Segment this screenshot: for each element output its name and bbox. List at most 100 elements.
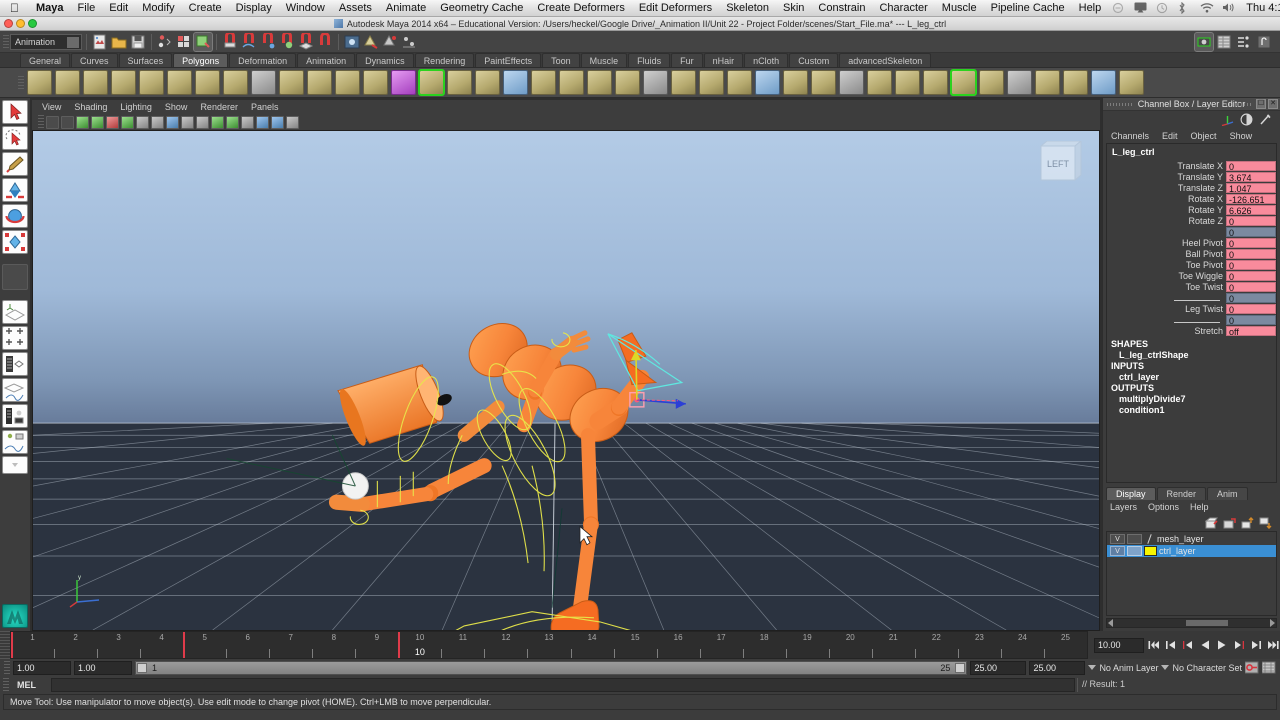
persp-graph-editor-layout[interactable] [2, 378, 28, 402]
poly-split-icon[interactable] [531, 70, 556, 95]
step-forward-key-button[interactable] [1249, 638, 1263, 652]
channel-value[interactable]: 0 [1226, 304, 1276, 314]
poly-offset-edgeloop-icon[interactable] [615, 70, 640, 95]
panel-grip-right[interactable] [1226, 103, 1252, 106]
channel-row-heel-pivot[interactable]: Heel Pivot 0 [1107, 237, 1276, 248]
poly-reduce-icon[interactable] [923, 70, 948, 95]
osx-menu-item-pipeline-cache[interactable]: Pipeline Cache [984, 0, 1072, 17]
osx-menu-item-animate[interactable]: Animate [379, 0, 433, 17]
tool-settings-icon[interactable] [1259, 113, 1272, 126]
poly-uv-icon[interactable] [1007, 70, 1032, 95]
keyframe-tick[interactable] [398, 632, 400, 658]
channel-value[interactable]: 0 [1226, 293, 1276, 303]
poly-cone-icon[interactable] [111, 70, 136, 95]
select-tool[interactable] [2, 100, 28, 124]
anim-start-field[interactable]: 1.00 [13, 661, 71, 675]
step-back-frame-button[interactable] [1181, 638, 1195, 652]
osx-menu-item-edit[interactable]: Edit [102, 0, 135, 17]
volume-icon[interactable] [1222, 2, 1236, 14]
channel-value[interactable]: 1.047 [1226, 183, 1276, 193]
wifi-icon[interactable] [1200, 2, 1214, 14]
rotate-tool[interactable] [2, 204, 28, 228]
poly-crease-icon[interactable] [839, 70, 864, 95]
shelf-tab-animation[interactable]: Animation [297, 53, 355, 67]
poly-pipe-icon[interactable] [223, 70, 248, 95]
layer-visibility-toggle[interactable]: V [1110, 534, 1125, 544]
channel-box-icon[interactable] [1221, 113, 1234, 126]
scroll-right-arrow-icon[interactable] [1270, 619, 1275, 627]
airplay-icon[interactable] [1134, 2, 1148, 14]
viewport-menu-shading[interactable]: Shading [74, 102, 107, 112]
maximize-button[interactable] [28, 19, 37, 28]
poly-quadrangulate-icon[interactable] [895, 70, 920, 95]
go-to-end-button[interactable] [1266, 638, 1280, 652]
shelf-tab-ncloth[interactable]: nCloth [744, 53, 788, 67]
3d-viewport[interactable]: LEFT y [32, 130, 1100, 631]
isolate-select-icon[interactable] [241, 116, 254, 129]
select-camera-icon[interactable] [46, 116, 59, 129]
poly-wedge-icon[interactable] [727, 70, 752, 95]
select-by-object-button[interactable] [175, 33, 193, 51]
channel-box-menu-channels[interactable]: Channels [1111, 131, 1149, 141]
channel-value[interactable]: 0 [1226, 249, 1276, 259]
poly-normal-icon[interactable] [979, 70, 1004, 95]
xray-icon[interactable] [196, 116, 209, 129]
grid-toggle-icon[interactable] [256, 116, 269, 129]
node-l-leg-ctrlshape[interactable]: L_leg_ctrlShape [1111, 350, 1276, 361]
poly-sculpt-icon[interactable] [811, 70, 836, 95]
snap-to-curve-button[interactable] [240, 33, 258, 51]
auto-keyframe-toggle-icon[interactable] [1245, 661, 1259, 674]
film-gate-icon[interactable] [271, 116, 284, 129]
shadows-icon[interactable] [121, 116, 134, 129]
channel-row-leg-twist[interactable]: Leg Twist 0 [1107, 303, 1276, 314]
range-right-handle[interactable] [955, 663, 965, 673]
show-manipulator-button[interactable] [1195, 33, 1213, 51]
shelf-tab-fluids[interactable]: Fluids [628, 53, 670, 67]
panel-grip-left[interactable] [1107, 103, 1133, 106]
layer-playback-toggle[interactable] [1127, 534, 1142, 544]
osx-menu-item-modify[interactable]: Modify [135, 0, 181, 17]
layer-color-swatch[interactable] [1144, 546, 1157, 556]
shelf-tab-rendering[interactable]: Rendering [415, 53, 475, 67]
show-text-icon[interactable] [226, 116, 239, 129]
layer-tab-anim[interactable]: Anim [1207, 487, 1248, 500]
osx-menu-item-muscle[interactable]: Muscle [935, 0, 984, 17]
scroll-left-arrow-icon[interactable] [1108, 619, 1113, 627]
osx-menu-item-constrain[interactable]: Constrain [811, 0, 872, 17]
new-layer-icon[interactable] [1205, 516, 1218, 528]
poly-duplicate-face-icon[interactable] [755, 70, 780, 95]
playback-start-field[interactable]: 25.00 [970, 661, 1026, 675]
status-line-grip[interactable] [3, 35, 9, 49]
viewport-toolbar-grip[interactable] [38, 115, 44, 129]
wireframe-icon[interactable] [136, 116, 149, 129]
range-slider-grip[interactable] [4, 661, 10, 675]
layer-list[interactable]: V mesh_layer V ctrl_layer [1106, 531, 1277, 616]
shelf-tab-advancedskeleton[interactable]: advancedSkeleton [839, 53, 931, 67]
channel-box-menu-edit[interactable]: Edit [1162, 131, 1178, 141]
anim-layer-label[interactable]: No Anim Layer [1099, 663, 1158, 673]
new-layer-from-selected-icon[interactable] [1223, 516, 1236, 528]
timemachine-icon[interactable] [1156, 2, 1170, 14]
node-ctrl-layer[interactable]: ctrl_layer [1111, 372, 1276, 383]
scrollbar-thumb[interactable] [1186, 620, 1228, 626]
xray-joints-icon[interactable] [211, 116, 224, 129]
paint-select-tool[interactable] [2, 152, 28, 176]
viewport-menu-view[interactable]: View [42, 102, 61, 112]
node-multiplydivide7[interactable]: multiplyDivide7 [1111, 394, 1276, 405]
tool-settings-toggle-button[interactable] [1255, 33, 1273, 51]
panel-close-button[interactable]: ✕ [1268, 99, 1278, 109]
poly-collapse-icon[interactable] [671, 70, 696, 95]
channel-value[interactable]: 0 [1226, 227, 1276, 237]
channel-row-toe-pivot[interactable]: Toe Pivot 0 [1107, 259, 1276, 270]
poly-transfer-icon[interactable] [1035, 70, 1060, 95]
osx-menu-item-display[interactable]: Display [229, 0, 279, 17]
snap-to-projected-center-button[interactable] [278, 33, 296, 51]
command-language-label[interactable]: MEL [11, 680, 49, 690]
ipr-render-button[interactable] [381, 33, 399, 51]
character-set-chevron-down-icon[interactable] [1161, 665, 1169, 670]
osx-clock[interactable]: Thu 4:17:43 PM [1240, 0, 1280, 17]
four-view-layout[interactable] [2, 326, 28, 350]
shelf-tab-nhair[interactable]: nHair [704, 53, 744, 67]
poly-separate-icon[interactable] [363, 70, 388, 95]
osx-menu-item-window[interactable]: Window [279, 0, 332, 17]
